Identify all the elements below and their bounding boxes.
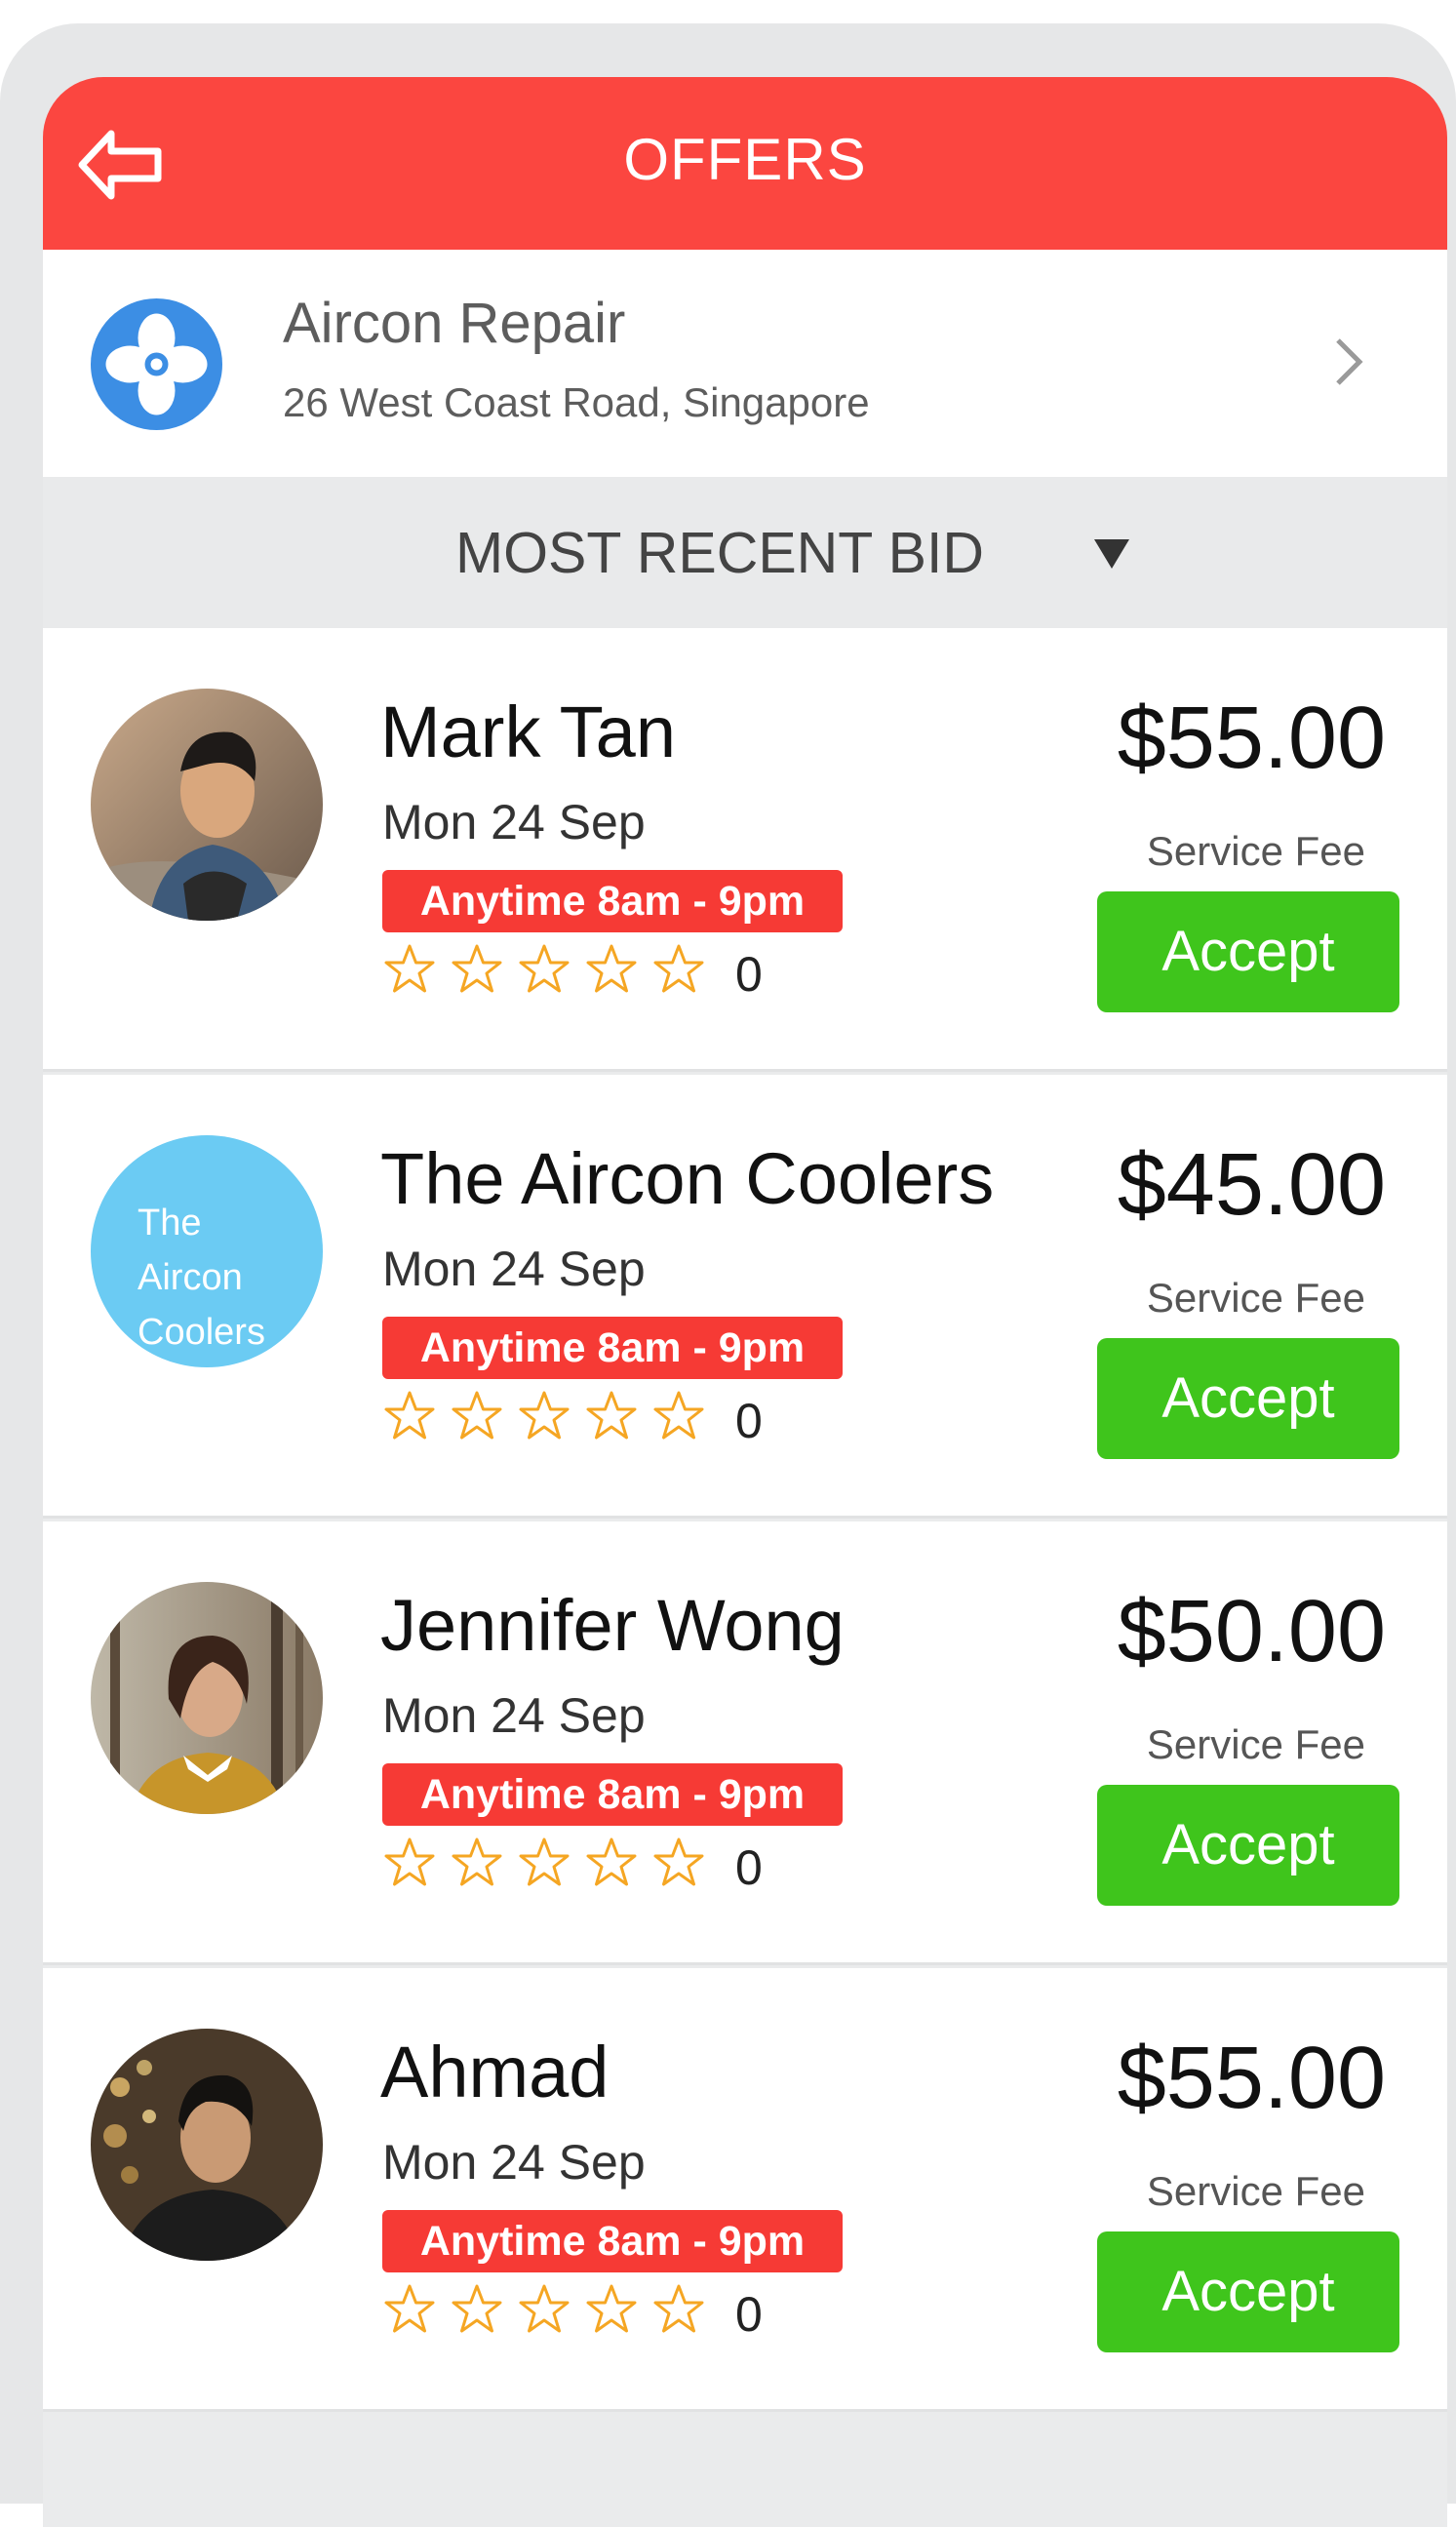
offer-price: $50.00: [1117, 1583, 1386, 1680]
star-rating: [382, 1389, 719, 1443]
offer-price: $45.00: [1117, 1136, 1386, 1234]
chevron-right-icon: [1336, 338, 1363, 385]
offer-date: Mon 24 Sep: [382, 2135, 646, 2190]
rating-count: 0: [735, 1394, 763, 1448]
service-fee-label: Service Fee: [1146, 1275, 1365, 1321]
rating-count: 0: [735, 2287, 763, 2342]
accept-button[interactable]: Accept: [1097, 1338, 1399, 1459]
star-icon: [586, 1391, 637, 1440]
offer-name: The Aircon Coolers: [380, 1138, 995, 1219]
accept-button[interactable]: Accept: [1097, 2231, 1399, 2352]
star-icon: [519, 1391, 570, 1440]
star-icon: [519, 2284, 570, 2333]
star-icon: [452, 944, 502, 993]
device-frame: OFFERS Aircon Repair 26 West Coast Road,…: [0, 23, 1456, 2527]
avatar: The Aircon Coolers: [91, 1135, 323, 1367]
job-icon-circle: [91, 298, 222, 430]
app-screen: OFFERS Aircon Repair 26 West Coast Road,…: [43, 77, 1447, 2527]
offer-name: Ahmad: [380, 2032, 610, 2112]
offer-price: $55.00: [1117, 690, 1386, 787]
star-icon: [653, 2284, 704, 2333]
avatar: [91, 1582, 323, 1814]
job-address: 26 West Coast Road, Singapore: [283, 379, 870, 425]
star-icon: [519, 944, 570, 993]
offer-price: $55.00: [1117, 2030, 1386, 2127]
offer-row: Ahmad Mon 24 Sep Anytime 8am - 9pm 0 $55…: [43, 1968, 1447, 2412]
avatar-logo-text: The Aircon Coolers: [138, 1196, 265, 1360]
accept-button[interactable]: Accept: [1097, 891, 1399, 1012]
star-icon: [384, 2284, 435, 2333]
avatar: [91, 689, 323, 921]
time-badge: Anytime 8am - 9pm: [382, 2210, 843, 2272]
offer-name: Jennifer Wong: [380, 1585, 845, 1666]
star-icon: [586, 944, 637, 993]
sort-dropdown[interactable]: MOST RECENT BID: [43, 477, 1447, 628]
star-icon: [653, 944, 704, 993]
offer-row: Mark Tan Mon 24 Sep Anytime 8am - 9pm 0 …: [43, 628, 1447, 1072]
star-rating: [382, 942, 719, 997]
star-icon: [384, 1391, 435, 1440]
time-badge: Anytime 8am - 9pm: [382, 870, 843, 932]
offer-row: The Aircon Coolers The Aircon Coolers Mo…: [43, 1075, 1447, 1519]
offer-date: Mon 24 Sep: [382, 1688, 646, 1743]
time-badge: Anytime 8am - 9pm: [382, 1763, 843, 1826]
offer-list: Mark Tan Mon 24 Sep Anytime 8am - 9pm 0 …: [43, 628, 1447, 2412]
avatar-text-line: Coolers: [138, 1312, 265, 1353]
accept-button[interactable]: Accept: [1097, 1785, 1399, 1906]
avatar: [91, 2029, 323, 2261]
page-title: OFFERS: [623, 127, 867, 192]
star-icon: [586, 2284, 637, 2333]
service-fee-label: Service Fee: [1146, 1721, 1365, 1767]
fan-icon: [105, 313, 208, 415]
service-fee-label: Service Fee: [1146, 828, 1365, 874]
star-icon: [384, 1837, 435, 1886]
header-bar: OFFERS: [43, 77, 1447, 250]
offer-date: Mon 24 Sep: [382, 1242, 646, 1296]
star-icon: [586, 1837, 637, 1886]
star-icon: [452, 1391, 502, 1440]
offer-row: Jennifer Wong Mon 24 Sep Anytime 8am - 9…: [43, 1521, 1447, 1965]
star-icon: [452, 1837, 502, 1886]
job-title: Aircon Repair: [283, 292, 626, 355]
avatar-text-line: The: [138, 1203, 202, 1244]
offer-date: Mon 24 Sep: [382, 795, 646, 849]
star-rating: [382, 2282, 719, 2337]
star-icon: [384, 944, 435, 993]
avatar-text-line: Aircon: [138, 1257, 243, 1298]
rating-count: 0: [735, 1840, 763, 1895]
job-summary[interactable]: Aircon Repair 26 West Coast Road, Singap…: [43, 250, 1447, 477]
star-icon: [452, 2284, 502, 2333]
triangle-down-icon: [1094, 539, 1129, 569]
sort-label: MOST RECENT BID: [455, 521, 985, 585]
time-badge: Anytime 8am - 9pm: [382, 1317, 843, 1379]
rating-count: 0: [735, 947, 763, 1002]
star-rating: [382, 1836, 719, 1890]
star-icon: [653, 1391, 704, 1440]
star-icon: [653, 1837, 704, 1886]
service-fee-label: Service Fee: [1146, 2168, 1365, 2214]
star-icon: [519, 1837, 570, 1886]
offer-name: Mark Tan: [380, 691, 676, 772]
